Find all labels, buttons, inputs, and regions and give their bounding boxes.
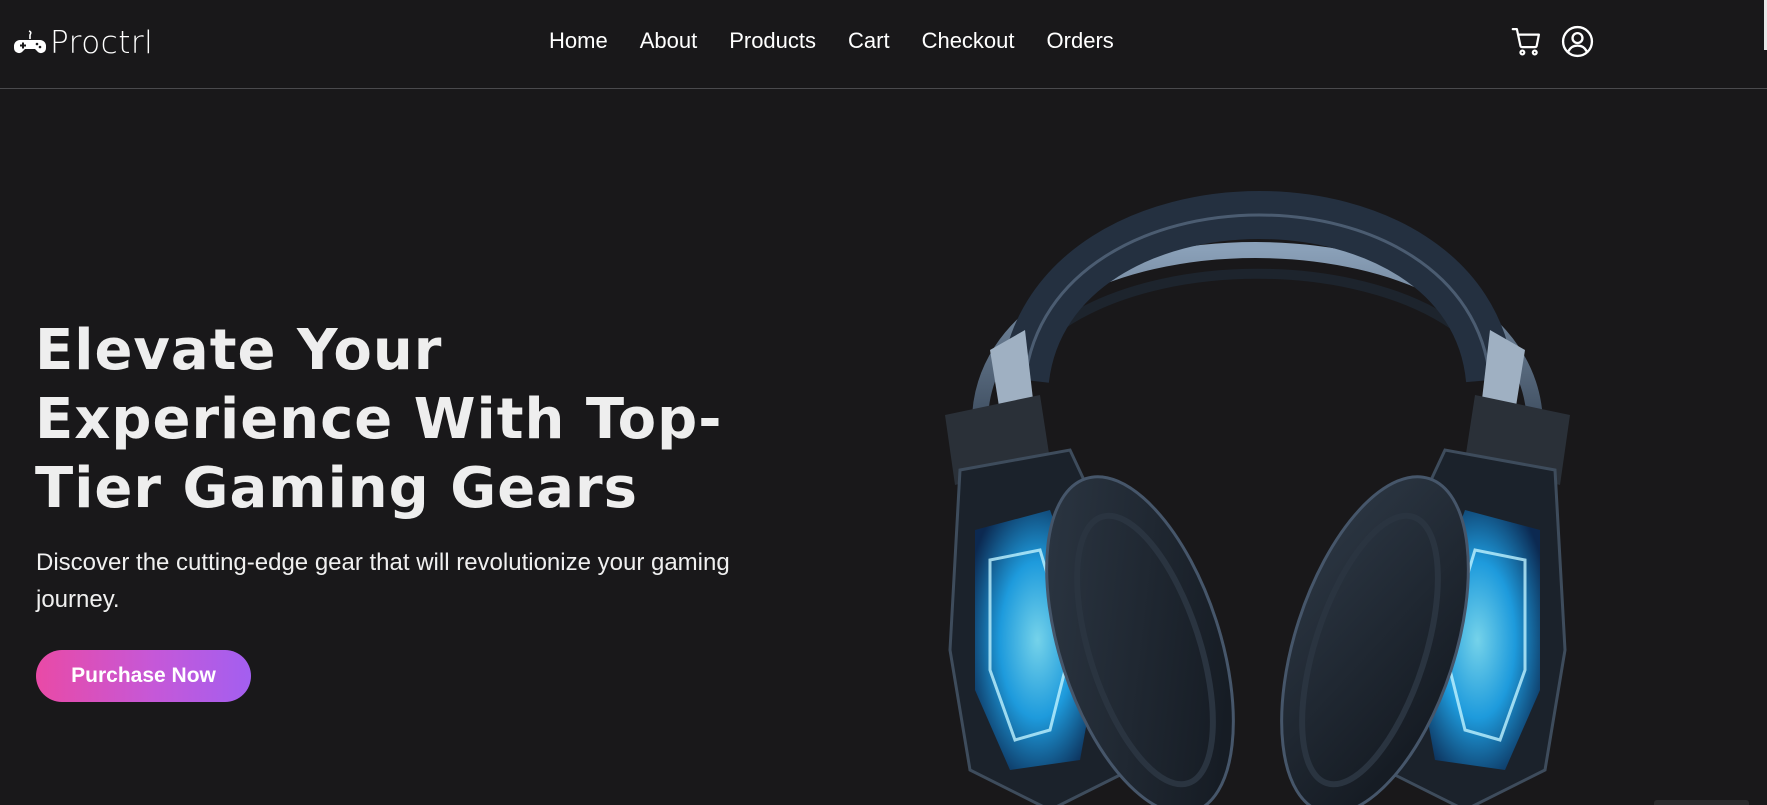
purchase-now-button[interactable]: Purchase Now <box>36 650 251 702</box>
hero-title: Elevate Your Experience With Top-Tier Ga… <box>35 318 723 521</box>
nav-link-checkout[interactable]: Checkout <box>906 26 1031 56</box>
user-icon[interactable] <box>1561 25 1594 58</box>
corner-widget-tab <box>1654 800 1749 805</box>
nav-link-products[interactable]: Products <box>713 26 832 56</box>
nav-link-cart[interactable]: Cart <box>832 26 906 56</box>
gaming-headset-image <box>945 191 1570 805</box>
gamepad-icon <box>14 30 46 53</box>
cart-icon[interactable] <box>1510 25 1543 58</box>
brand-name: Proctrl <box>50 25 154 61</box>
hero-subtitle: Discover the cutting-edge gear that will… <box>36 549 730 613</box>
nav-link-home[interactable]: Home <box>549 26 624 56</box>
brand-logo[interactable]: Proctrl <box>14 24 153 62</box>
main-nav: Home About Products Cart Checkout Orders <box>549 26 1130 56</box>
page: Proctrl Home About Products Cart Checkou… <box>0 0 1767 805</box>
navbar: Proctrl Home About Products Cart Checkou… <box>0 0 1767 89</box>
nav-icons <box>1510 25 1594 58</box>
nav-link-about[interactable]: About <box>624 26 714 56</box>
nav-link-orders[interactable]: Orders <box>1031 26 1130 56</box>
